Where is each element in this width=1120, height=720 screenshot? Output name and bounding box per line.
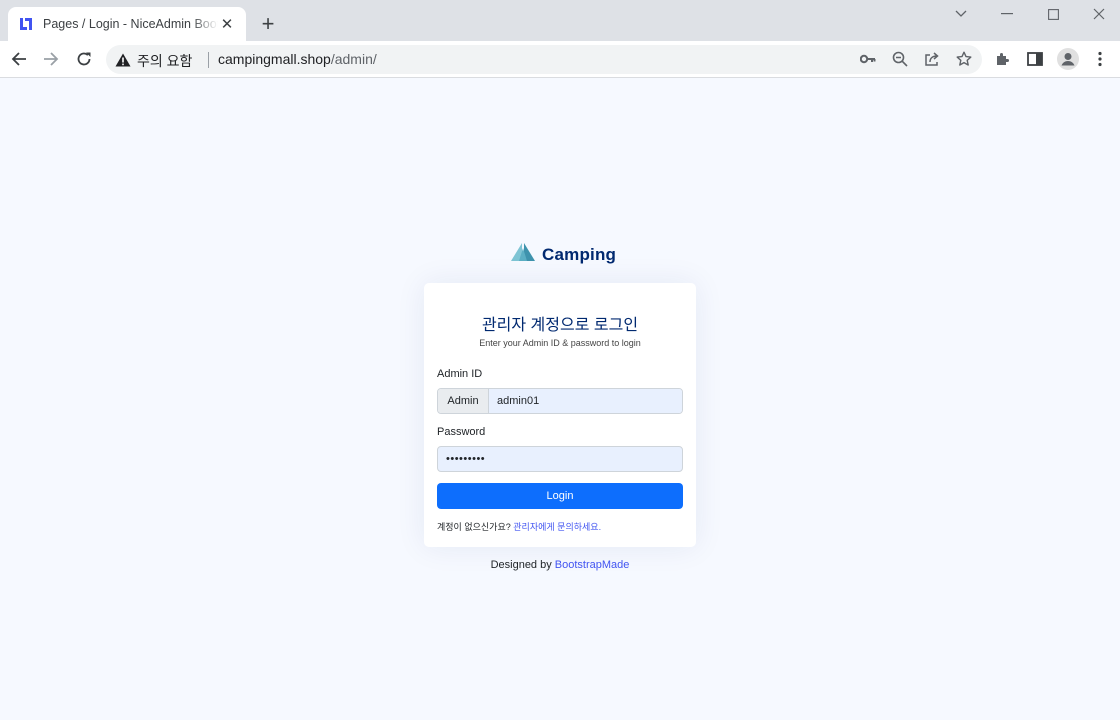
credits-text: Designed by bbox=[490, 559, 552, 571]
brand-logo[interactable]: Camping bbox=[510, 242, 616, 267]
login-card: 관리자 계정으로 로그인 Enter your Admin ID & passw… bbox=[424, 283, 696, 547]
warning-icon bbox=[115, 53, 131, 70]
credits: Designed by BootstrapMade bbox=[0, 559, 1120, 571]
browser-toolbar: 주의 요함 campingmall.shop/admin/ bbox=[0, 41, 1120, 78]
password-input[interactable]: ••••••••• bbox=[437, 446, 683, 472]
menu-kebab-icon[interactable] bbox=[1087, 46, 1113, 72]
login-subtitle: Enter your Admin ID & password to login bbox=[479, 338, 641, 348]
password-label: Password bbox=[437, 426, 486, 438]
niceadmin-favicon-icon bbox=[18, 16, 34, 32]
profile-avatar-icon[interactable] bbox=[1055, 46, 1081, 72]
admin-id-prefix: Admin bbox=[438, 389, 489, 413]
maximize-icon[interactable] bbox=[1039, 4, 1067, 24]
zoom-icon[interactable] bbox=[888, 47, 912, 71]
forward-icon[interactable] bbox=[38, 46, 64, 72]
admin-id-label: Admin ID bbox=[437, 368, 483, 380]
admin-id-input[interactable]: admin01 bbox=[489, 389, 682, 413]
bootstrapmade-link[interactable]: BootstrapMade bbox=[555, 559, 630, 571]
security-label: 주의 요함 bbox=[137, 53, 193, 69]
reload-icon[interactable] bbox=[71, 46, 97, 72]
contact-admin-link[interactable]: 관리자에게 문의하세요. bbox=[513, 522, 601, 532]
address-bar[interactable]: 주의 요함 campingmall.shop/admin/ bbox=[106, 45, 982, 74]
security-indicator[interactable]: 주의 요함 bbox=[115, 51, 192, 71]
password-key-icon[interactable] bbox=[856, 47, 880, 71]
browser-tab-strip: Pages / Login - NiceAdmin Bootstrap Temp… bbox=[0, 0, 1120, 41]
side-panel-icon[interactable] bbox=[1022, 46, 1048, 72]
admin-id-input-group: Admin admin01 bbox=[437, 388, 683, 414]
browser-tab[interactable]: Pages / Login - NiceAdmin Bootstrap Temp… bbox=[8, 7, 246, 41]
signup-hint: 계정이 없으신가요? 관리자에게 문의하세요. bbox=[437, 520, 601, 533]
tab-search-icon[interactable] bbox=[947, 4, 975, 24]
close-tab-icon[interactable]: ✕ bbox=[218, 15, 236, 33]
bookmark-star-icon[interactable] bbox=[952, 47, 976, 71]
tent-logo-icon bbox=[510, 242, 536, 267]
url-text[interactable]: campingmall.shop/admin/ bbox=[218, 51, 377, 67]
url-path: /admin/ bbox=[330, 51, 377, 67]
url-host: campingmall.shop bbox=[218, 51, 331, 67]
extensions-puzzle-icon[interactable] bbox=[990, 46, 1016, 72]
new-tab-icon[interactable]: + bbox=[256, 11, 280, 36]
login-button[interactable]: Login bbox=[437, 483, 683, 509]
address-separator bbox=[208, 52, 209, 68]
login-title: 관리자 계정으로 로그인 bbox=[481, 317, 639, 334]
tab-title: Pages / Login - NiceAdmin Bootstrap Temp… bbox=[43, 17, 218, 31]
close-window-icon[interactable] bbox=[1085, 4, 1113, 24]
share-icon[interactable] bbox=[920, 47, 944, 71]
minimize-icon[interactable] bbox=[993, 4, 1021, 24]
brand-name: Camping bbox=[542, 244, 617, 264]
back-icon[interactable] bbox=[6, 46, 32, 72]
signup-hint-text: 계정이 없으신가요? bbox=[437, 522, 511, 532]
